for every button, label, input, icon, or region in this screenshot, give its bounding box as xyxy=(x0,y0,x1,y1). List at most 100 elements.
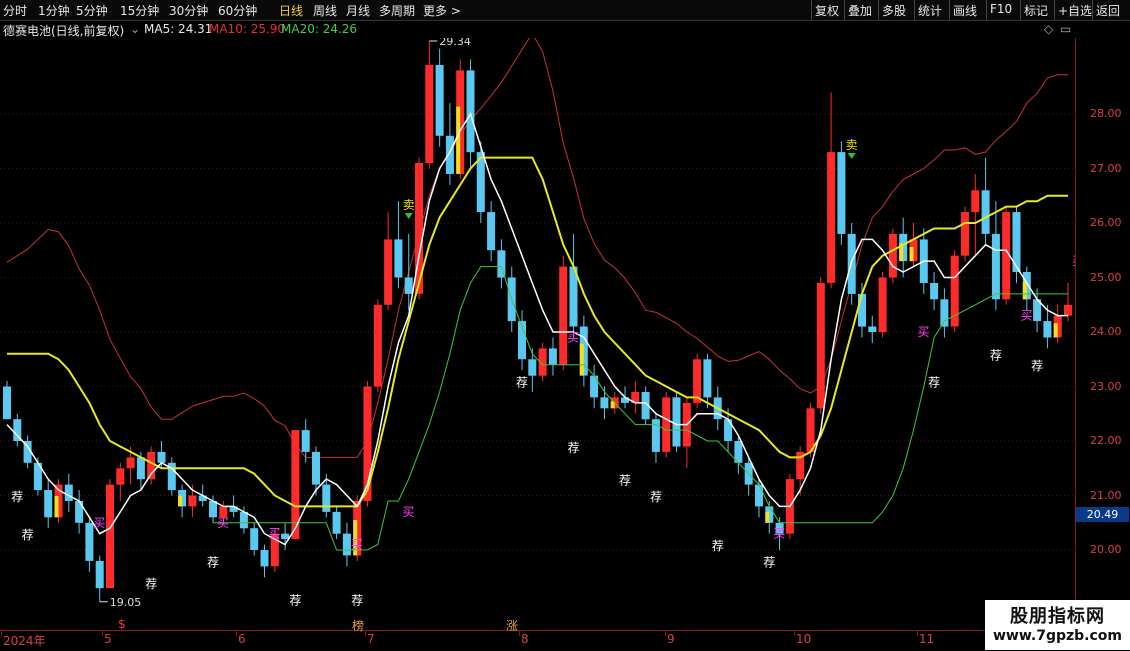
candle-body xyxy=(672,397,681,447)
toolbar-item-8[interactable]: 月线 xyxy=(346,2,370,19)
candle-body xyxy=(888,233,897,278)
price-tick-label: 28.00 xyxy=(1090,107,1122,120)
toolbar-separator xyxy=(914,0,915,20)
toolbar-right-item-7[interactable]: +自选 xyxy=(1058,2,1092,19)
price-tick-label: 26.00 xyxy=(1090,216,1122,229)
sell-signal: 卖 xyxy=(403,198,415,212)
candle-body xyxy=(693,359,702,403)
toolbar-right-item-0[interactable]: 复权 xyxy=(815,2,839,19)
candle-body xyxy=(548,348,557,365)
toolbar-right-item-3[interactable]: 统计 xyxy=(918,2,942,19)
candle-body xyxy=(136,457,145,480)
candle-body xyxy=(116,468,125,485)
candle-body xyxy=(260,550,269,567)
toolbar-right-item-6[interactable]: 标记 xyxy=(1024,2,1048,19)
toolbar-right-item-4[interactable]: 画线 xyxy=(953,2,977,19)
price-tick-label: 23.00 xyxy=(1090,380,1122,393)
candle-body xyxy=(106,484,114,589)
recommend-signal: 荐 xyxy=(928,376,940,390)
candle-body xyxy=(425,65,434,164)
toolbar-item-1[interactable]: 1分钟 xyxy=(38,2,70,19)
candle-body xyxy=(816,283,825,409)
candle-body xyxy=(147,451,156,480)
candle-highlight xyxy=(579,343,584,376)
date-tick-label: 10 xyxy=(796,632,812,646)
candle-highlight xyxy=(1053,323,1058,338)
toolbar-item-0[interactable]: 分时 xyxy=(3,2,27,19)
toolbar-item-3[interactable]: 15分钟 xyxy=(120,2,159,19)
toolbar-item-9[interactable]: 多周期 xyxy=(379,2,415,19)
recommend-signal: 荐 xyxy=(207,555,219,569)
candle-body xyxy=(1043,321,1052,338)
candle-body xyxy=(528,359,537,376)
recommend-signal: 荐 xyxy=(351,594,363,608)
recommend-signal: 荐 xyxy=(289,594,301,608)
candle-highlight xyxy=(765,512,770,523)
toolbar-item-2[interactable]: 5分钟 xyxy=(76,2,108,19)
candle-body xyxy=(126,457,135,469)
recommend-signal: 荐 xyxy=(568,441,580,455)
candle-body xyxy=(703,359,712,398)
toolbar-right-item-2[interactable]: 多股 xyxy=(882,2,906,19)
recommend-signal: 荐 xyxy=(145,577,157,591)
candle-body xyxy=(590,375,599,398)
buy-signal: 买 xyxy=(773,527,785,541)
candle-body xyxy=(301,430,310,452)
toolbar-item-7[interactable]: 周线 xyxy=(313,2,337,19)
watermark-url: www.7gpzb.com xyxy=(992,628,1122,644)
candle-body xyxy=(487,212,496,251)
toolbar-item-5[interactable]: 60分钟 xyxy=(218,2,257,19)
high-label: 29.34 xyxy=(439,38,471,48)
toolbar-item-10[interactable]: 更多 > xyxy=(423,2,461,19)
price-tick-label: 24.00 xyxy=(1090,325,1122,338)
recommend-signal: 荐 xyxy=(22,528,34,542)
candle-body xyxy=(44,490,53,518)
candle-body xyxy=(85,522,94,561)
recommend-signal: 荐 xyxy=(650,490,662,504)
buy-signal: 买 xyxy=(351,538,363,552)
event-marker[interactable]: 涨 xyxy=(506,617,518,634)
recommend-signal: 荐 xyxy=(1031,359,1043,373)
toolbar-item-6[interactable]: 日线 xyxy=(279,2,303,19)
candle-body xyxy=(981,190,990,234)
candle-body xyxy=(157,451,166,463)
candle-body xyxy=(868,326,877,332)
chevron-down-icon[interactable]: ⌄ xyxy=(130,22,140,36)
candle-body xyxy=(250,528,259,550)
toolbar-right-item-1[interactable]: 叠加 xyxy=(848,2,872,19)
low-label: 19.05 xyxy=(110,596,142,609)
window-icon[interactable]: ▭ xyxy=(1060,22,1071,36)
buy-signal: 买 xyxy=(567,330,579,344)
toolbar-item-4[interactable]: 30分钟 xyxy=(169,2,208,19)
buy-signal: 买 xyxy=(269,527,281,541)
event-marker[interactable]: 榜 xyxy=(352,617,364,634)
toolbar-right-item-8[interactable]: 返回 xyxy=(1096,2,1120,19)
candle-body xyxy=(559,266,568,365)
watermark: 股朋指标网 www.7gpzb.com xyxy=(985,600,1130,650)
toolbar-separator xyxy=(878,0,879,20)
candle-body xyxy=(878,277,887,332)
candle-body xyxy=(239,511,248,529)
price-tick-label: 27.00 xyxy=(1090,162,1122,175)
toolbar-separator xyxy=(1020,0,1021,20)
stock-title: 德赛电池(日线,前复权) xyxy=(3,24,125,38)
date-tick xyxy=(519,631,520,636)
candle-body xyxy=(322,484,331,512)
candle-body xyxy=(930,283,939,300)
toolbar-right-item-5[interactable]: F10 xyxy=(990,2,1012,16)
toolbar-separator xyxy=(986,0,987,20)
date-tick xyxy=(236,631,237,636)
date-tick xyxy=(365,631,366,636)
candle-highlight xyxy=(456,106,461,174)
recommend-signal: 荐 xyxy=(11,490,23,504)
candle-body xyxy=(940,299,949,327)
event-marker[interactable]: $ xyxy=(118,617,126,631)
candle-body xyxy=(404,277,413,294)
buy-signal: 买 xyxy=(93,516,105,530)
diamond-icon[interactable]: ◇ xyxy=(1044,22,1053,36)
ma20-line xyxy=(213,266,1068,551)
period-toolbar: 分时 1分钟 5分钟 15分钟 30分钟 60分钟 日线 周线 月线 多周期 更多 > 复权 叠加 多股… xyxy=(0,0,1130,21)
candlestick-chart[interactable]: 买买买买买买买买买买卖卖荐荐荐荐荐荐荐荐荐荐荐荐荐荐荐29.3419.05 xyxy=(0,38,1075,630)
candle-body xyxy=(445,135,454,174)
price-tick-label: 21.00 xyxy=(1090,489,1122,502)
